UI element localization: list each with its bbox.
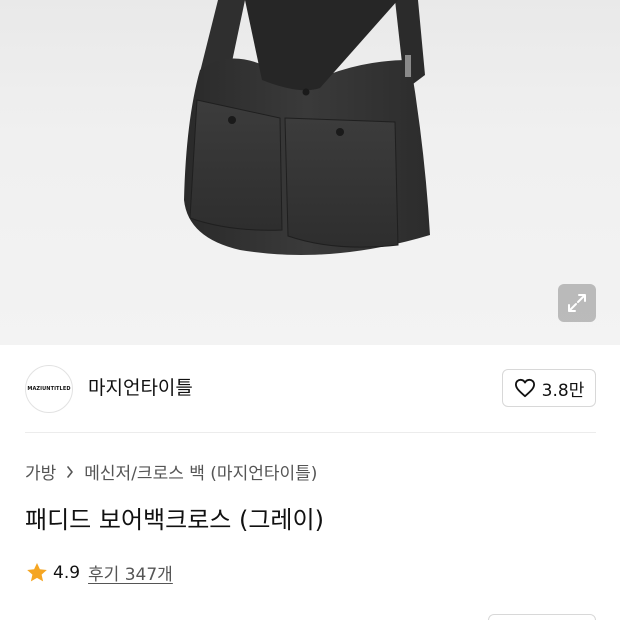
breadcrumb-item-subcategory[interactable]: 메신저/크로스 백 (마지언타이틀) [84,459,317,484]
breadcrumb-item-category[interactable]: 가방 [25,459,56,484]
brand-logo-text: MAZIUNTITLED [27,386,71,392]
bag-illustration [184,0,430,255]
chevron-right-icon [66,465,74,478]
heart-outline-icon [514,378,535,398]
star-icon [27,562,47,581]
like-count: 3.8만 [541,380,585,401]
brand-row: MAZIUNTITLED 마지언타이틀 3.8만 [0,345,620,432]
divider [25,432,596,433]
reviews-link[interactable]: 후기 347개 [88,560,173,585]
rating-row: 4.9 후기 347개 [25,560,173,585]
brand-logo[interactable]: MAZIUNTITLED [25,365,73,413]
expand-button[interactable] [558,284,596,322]
partial-button[interactable] [488,614,596,620]
like-button[interactable]: 3.8만 [502,369,596,407]
product-image[interactable] [0,0,620,345]
breadcrumb: 가방 메신저/크로스 백 (마지언타이틀) [25,459,317,484]
rating-score: 4.9 [53,562,81,583]
product-title: 패디드 보어백크로스 (그레이) [25,506,324,534]
expand-arrows-icon [568,294,586,312]
brand-name[interactable]: 마지언타이틀 [88,373,193,400]
